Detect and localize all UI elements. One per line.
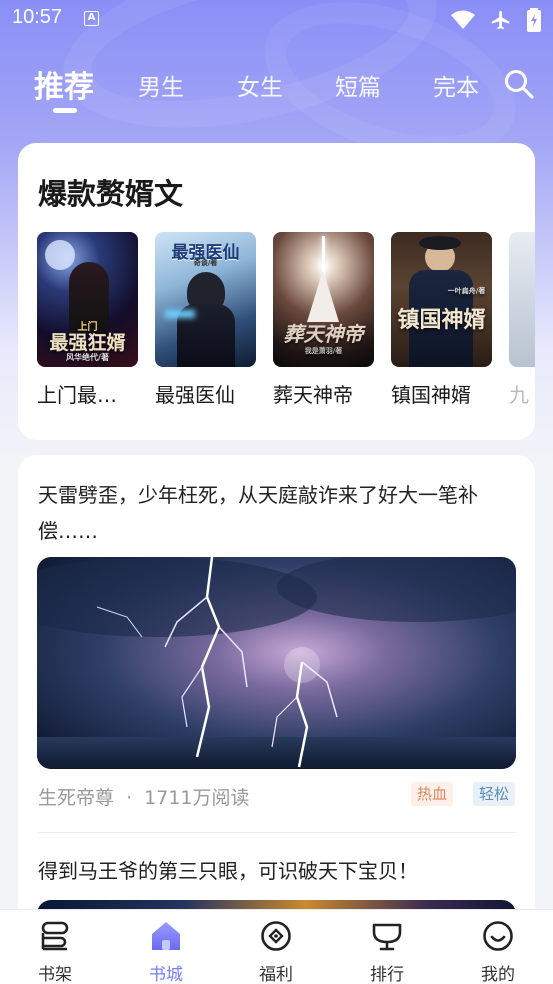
- book-item[interactable]: 葬天神帝 我是萧羽/著 葬天神帝: [273, 232, 374, 408]
- nav-label: 福利: [259, 965, 293, 984]
- book-name[interactable]: 生死帝尊: [38, 787, 114, 809]
- book-item[interactable]: 最强医仙 奇谈/著 最强医仙: [155, 232, 256, 408]
- feed-card: 天雷劈歪，少年枉死，从天庭敲诈来了好大一笔补偿…… 生死帝尊 · 1711万阅读…: [18, 455, 535, 975]
- nav-ranking[interactable]: 排行: [332, 910, 442, 984]
- tab-completed[interactable]: 完本: [433, 68, 479, 102]
- tab-male[interactable]: 男生: [138, 68, 184, 102]
- tab-female[interactable]: 女生: [237, 68, 283, 102]
- status-time: 10:57: [12, 6, 63, 28]
- nav-label: 排行: [370, 965, 404, 984]
- book-cover: 葬天神帝 我是萧羽/著: [273, 232, 374, 367]
- cover-title: 镇国神婿: [397, 308, 486, 333]
- book-title: 镇国神婿: [391, 383, 471, 407]
- cover-author: 奇谈/著: [193, 259, 218, 267]
- meta-separator: ·: [126, 787, 133, 809]
- cover-title: 葬天神帝: [283, 322, 364, 346]
- book-title: 九: [509, 383, 529, 407]
- search-icon[interactable]: [503, 68, 535, 100]
- nav-bookstore[interactable]: 书城: [111, 910, 221, 984]
- divider: [38, 832, 516, 833]
- bookstore-home-icon: [152, 922, 180, 950]
- cover-author: 我是萧羽/著: [304, 347, 343, 355]
- tab-recommend[interactable]: 推荐: [34, 62, 94, 106]
- nav-label: 书城: [149, 965, 183, 984]
- nav-label: 我的: [481, 965, 515, 984]
- book-cover: [509, 232, 535, 367]
- cover-author: 一叶扁舟/著: [447, 287, 486, 295]
- book-title: 最强医仙: [155, 383, 235, 407]
- section-title: 爆款赘婿文: [38, 177, 184, 211]
- feed-meta: 生死帝尊 · 1711万阅读: [38, 783, 250, 810]
- wifi-icon: [451, 10, 475, 29]
- bookshelf-icon: [41, 921, 69, 951]
- book-title: 葬天神帝: [273, 383, 353, 407]
- nav-profile[interactable]: 我的: [443, 910, 553, 984]
- cover-author: 风华绝代/著: [66, 353, 109, 362]
- tab-short[interactable]: 短篇: [335, 68, 381, 102]
- feed-description[interactable]: 天雷劈歪，少年枉死，从天庭敲诈来了好大一笔补偿……: [38, 477, 518, 549]
- ranking-trophy-icon: [372, 923, 402, 951]
- feed-description[interactable]: 得到马王爷的第三只眼，可识破天下宝贝！: [38, 855, 418, 884]
- tag-hot-blood: 热血: [411, 782, 454, 806]
- bottom-navigation: 书架 书城 福利 排行 我的: [0, 909, 553, 984]
- tag-relaxed: 轻松: [473, 782, 516, 806]
- status-bar: 10:57 A: [0, 0, 553, 38]
- airplane-mode-icon: [491, 10, 510, 30]
- book-cover: 最强医仙 奇谈/著: [155, 232, 256, 367]
- welfare-coin-icon: [261, 921, 291, 951]
- book-item[interactable]: 镇国神婿 一叶扁舟/著 镇国神婿: [391, 232, 492, 408]
- cover-title: 最强狂婿: [49, 332, 126, 354]
- lightning-storm-image: [37, 557, 516, 769]
- category-tabs: 推荐 男生 女生 短篇 完本: [0, 60, 553, 116]
- read-count: 1711万阅读: [144, 787, 250, 809]
- nav-welfare[interactable]: 福利: [221, 910, 331, 984]
- feed-image-lightning[interactable]: [37, 557, 516, 769]
- nav-label: 书架: [38, 965, 72, 984]
- book-title: 上门最…: [37, 383, 117, 407]
- battery-icon: [527, 8, 541, 32]
- active-tab-indicator: [53, 108, 77, 113]
- profile-smile-icon: [483, 921, 513, 951]
- book-item[interactable]: 九: [509, 232, 535, 408]
- book-cover: 镇国神婿 一叶扁舟/著: [391, 232, 492, 367]
- book-item[interactable]: 上门 最强狂婿 风华绝代/著 上门最…: [37, 232, 138, 408]
- nav-bookshelf[interactable]: 书架: [0, 910, 110, 984]
- notification-icon: A: [84, 11, 99, 26]
- book-cover: 上门 最强狂婿 风华绝代/著: [37, 232, 138, 367]
- hot-books-card: 爆款赘婿文 上门 最强狂婿 风华绝代/著 上门最… 最强医仙 奇谈/著 最强医仙…: [18, 143, 535, 440]
